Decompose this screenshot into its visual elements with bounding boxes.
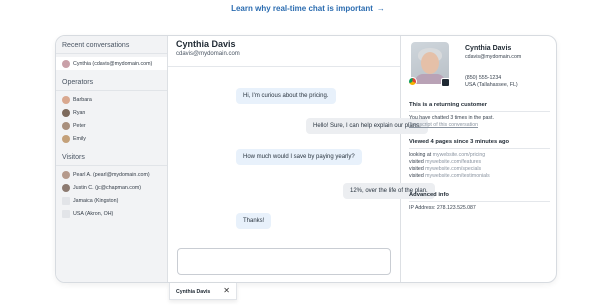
page-visit-item: looking at mywebsite.com/pricing: [409, 152, 486, 158]
profile-location: USA (Tallahassee, FL): [465, 82, 518, 88]
sidebar-item-peter[interactable]: Peter: [56, 119, 167, 132]
sidebar-item-justin[interactable]: Justin C. (jc@chapman.com): [56, 181, 167, 194]
sidebar-item-emily[interactable]: Emily: [56, 132, 167, 145]
sidebar-item-barbara[interactable]: Barbara: [56, 93, 167, 106]
flag-icon: [62, 196, 70, 205]
recent-conversations-section: Recent conversations Cynthia (cdavis@myd…: [56, 36, 167, 70]
sidebar-item-label: Peter: [73, 122, 86, 129]
page-visit-item: visited mywebsite.com/features: [409, 159, 482, 165]
avatar: [62, 95, 70, 104]
sidebar-item-cynthia[interactable]: Cynthia (cdavis@mydomain.com): [56, 57, 167, 70]
chat-contact-email: cdavis@mydomain.com: [176, 51, 240, 57]
profile-name: Cynthia Davis: [465, 45, 512, 52]
transcript-link[interactable]: Transcript of this conversation: [409, 122, 550, 129]
page-url-link[interactable]: mywebsite.com/pricing: [433, 152, 485, 158]
returning-customer-title: This is a returning customer: [409, 102, 550, 112]
recent-conversations-title: Recent conversations: [56, 36, 167, 54]
sidebar-item-label: Jamaica (Kingston): [73, 197, 119, 204]
page-url-link[interactable]: mywebsite.com/testimonials: [425, 173, 490, 179]
sidebar-item-label: Barbara: [73, 96, 92, 103]
page-url-link[interactable]: mywebsite.com/specials: [425, 166, 481, 172]
sidebar: Recent conversations Cynthia (cdavis@myd…: [56, 36, 168, 282]
page-visit-item: visited mywebsite.com/testimonials: [409, 173, 490, 179]
page-url-link[interactable]: mywebsite.com/features: [425, 159, 481, 165]
ip-address: IP Address: 278.123.525.087: [409, 205, 476, 211]
profile-email: cdavis@mydomain.com: [465, 54, 522, 60]
message-bubble-incoming: Hi, I'm curious about the pricing.: [236, 88, 336, 104]
advanced-info-section: Advanced info IP Address: 278.123.525.08…: [409, 192, 550, 212]
close-icon[interactable]: ✕: [223, 286, 230, 295]
visitors-title: Visitors: [56, 148, 167, 166]
sidebar-item-label: Pearl A. (pearl@mydomain.com): [73, 171, 150, 178]
arrow-right-icon: →: [376, 4, 385, 13]
avatar: [62, 183, 70, 192]
chrome-icon: [408, 77, 417, 86]
chat-contact-name: Cynthia Davis: [176, 39, 236, 49]
message-bubble-incoming: Thanks!: [236, 213, 272, 229]
sidebar-item-usa-akron[interactable]: USA (Akron, OH): [56, 207, 167, 220]
avatar: [62, 59, 70, 68]
flag-icon: [62, 209, 70, 218]
sidebar-item-label: Emily: [73, 135, 86, 142]
learn-more-label: Learn why real-time chat is important: [231, 4, 373, 13]
minimized-chat-tab[interactable]: Cynthia Davis ✕: [169, 283, 237, 300]
avatar: [62, 108, 70, 117]
visitors-section: Visitors Pearl A. (pearl@mydomain.com) J…: [56, 148, 167, 220]
page-visit-item: visited mywebsite.com/specials: [409, 166, 482, 172]
message-bubble-incoming: How much would I save by paying yearly?: [236, 149, 362, 165]
pages-viewed-section: Viewed 4 pages since 3 minutes ago looki…: [409, 139, 550, 180]
chat-panel: Cynthia Davis cdavis@mydomain.com Hi, I'…: [168, 36, 435, 282]
operators-section: Operators Barbara Ryan Peter Emily: [56, 73, 167, 145]
profile-phone: (850) 555-1234: [465, 75, 502, 81]
sidebar-item-label: USA (Akron, OH): [73, 210, 114, 217]
returning-customer-text: You have chatted 3 times in the past.: [409, 115, 494, 121]
sidebar-item-jamaica[interactable]: Jamaica (Kingston): [56, 194, 167, 207]
sidebar-item-label: Justin C. (jc@chapman.com): [73, 184, 142, 191]
visitor-info-panel: Cynthia Davis cdavis@mydomain.com (850) …: [401, 36, 556, 282]
apple-icon: [441, 78, 450, 87]
operators-title: Operators: [56, 73, 167, 91]
pages-viewed-title: Viewed 4 pages since 3 minutes ago: [409, 139, 550, 149]
message-input[interactable]: [177, 248, 391, 275]
avatar: [62, 134, 70, 143]
learn-more-link[interactable]: Learn why real-time chat is important →: [0, 4, 616, 13]
avatar: [62, 170, 70, 179]
chat-header: Cynthia Davis cdavis@mydomain.com: [168, 36, 400, 67]
sidebar-item-label: Ryan: [73, 109, 86, 116]
returning-customer-section: This is a returning customer You have ch…: [409, 102, 550, 129]
sidebar-item-ryan[interactable]: Ryan: [56, 106, 167, 119]
advanced-info-title: Advanced info: [409, 192, 550, 202]
sidebar-item-pearl[interactable]: Pearl A. (pearl@mydomain.com): [56, 168, 167, 181]
chat-tab-label: Cynthia Davis: [176, 289, 211, 295]
avatar: [62, 121, 70, 130]
sidebar-item-label: Cynthia (cdavis@mydomain.com): [73, 60, 153, 67]
chat-app-window: Recent conversations Cynthia (cdavis@myd…: [55, 35, 557, 283]
